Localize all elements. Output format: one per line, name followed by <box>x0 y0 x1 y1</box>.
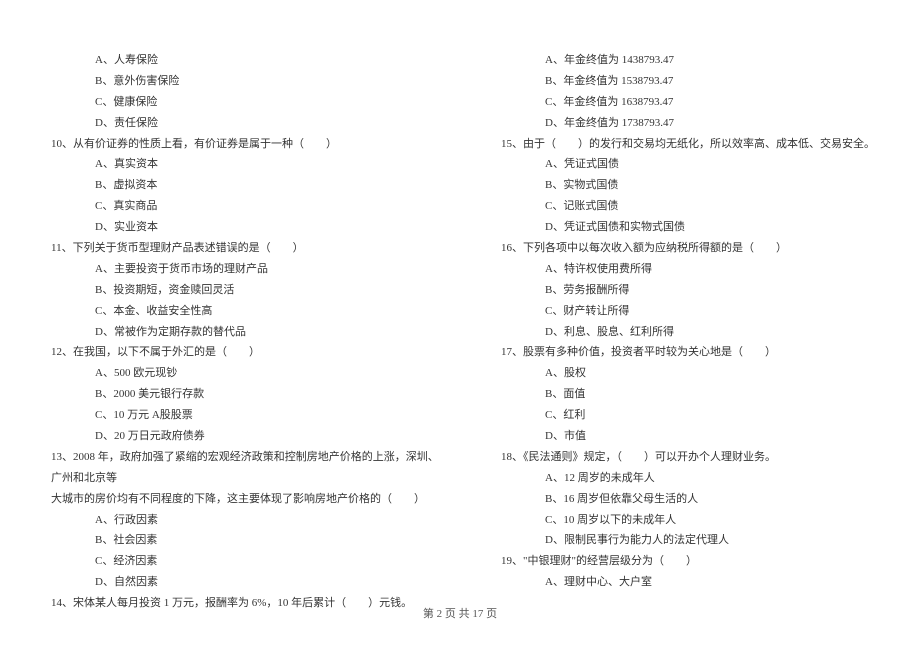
opt-b: B、劳务报酬所得 <box>480 280 890 301</box>
opt-a: A、500 欧元现钞 <box>30 363 440 384</box>
opt-b: B、2000 美元银行存款 <box>30 384 440 405</box>
opt-d: D、凭证式国债和实物式国债 <box>480 217 890 238</box>
question-13-line2: 大城市的房价均有不同程度的下降，这主要体现了影响房地产价格的（ ） <box>30 489 440 510</box>
opt-d: D、市值 <box>480 426 890 447</box>
opt-a: A、特许权使用费所得 <box>480 259 890 280</box>
opt-c: C、记账式国债 <box>480 196 890 217</box>
opt-a: A、理财中心、大户室 <box>480 572 890 593</box>
opt-a: A、人寿保险 <box>30 50 440 71</box>
opt-b: B、年金终值为 1538793.47 <box>480 71 890 92</box>
opt-a: A、凭证式国债 <box>480 154 890 175</box>
opt-c: C、10 周岁以下的未成年人 <box>480 510 890 531</box>
opt-a: A、行政因素 <box>30 510 440 531</box>
opt-b: B、投资期短，资金赎回灵活 <box>30 280 440 301</box>
opt-b: B、社会因素 <box>30 530 440 551</box>
opt-b: B、面值 <box>480 384 890 405</box>
opt-b: B、16 周岁但依靠父母生活的人 <box>480 489 890 510</box>
opt-d: D、责任保险 <box>30 113 440 134</box>
opt-a: A、真实资本 <box>30 154 440 175</box>
question-18: 18、《民法通则》规定，（ ）可以开办个人理财业务。 <box>480 447 890 468</box>
opt-d: D、常被作为定期存款的替代品 <box>30 322 440 343</box>
question-12: 12、在我国，以下不属于外汇的是（ ） <box>30 342 440 363</box>
opt-a: A、股权 <box>480 363 890 384</box>
question-17: 17、股票有多种价值，投资者平时较为关心地是（ ） <box>480 342 890 363</box>
opt-c: C、10 万元 A股股票 <box>30 405 440 426</box>
opt-b: B、实物式国债 <box>480 175 890 196</box>
question-10: 10、从有价证券的性质上看，有价证券是属于一种（ ） <box>30 134 440 155</box>
opt-d: D、实业资本 <box>30 217 440 238</box>
question-13-line1: 13、2008 年，政府加强了紧缩的宏观经济政策和控制房地产价格的上涨，深圳、广… <box>30 447 440 489</box>
question-15: 15、由于（ ）的发行和交易均无纸化，所以效率高、成本低、交易安全。 <box>480 134 890 155</box>
opt-c: C、财产转让所得 <box>480 301 890 322</box>
opt-d: D、自然因素 <box>30 572 440 593</box>
opt-b: B、虚拟资本 <box>30 175 440 196</box>
page-footer: 第 2 页 共 17 页 <box>0 604 920 625</box>
opt-c: C、经济因素 <box>30 551 440 572</box>
opt-c: C、红利 <box>480 405 890 426</box>
question-16: 16、下列各项中以每次收入额为应纳税所得额的是（ ） <box>480 238 890 259</box>
opt-c: C、健康保险 <box>30 92 440 113</box>
opt-d: D、20 万日元政府债券 <box>30 426 440 447</box>
question-11: 11、下列关于货币型理财产品表述错误的是（ ） <box>30 238 440 259</box>
opt-d: D、限制民事行为能力人的法定代理人 <box>480 530 890 551</box>
opt-c: C、本金、收益安全性高 <box>30 301 440 322</box>
opt-a: A、主要投资于货币市场的理财产品 <box>30 259 440 280</box>
question-19: 19、"中银理财"的经营层级分为（ ） <box>480 551 890 572</box>
opt-d: D、利息、股息、红利所得 <box>480 322 890 343</box>
opt-a: A、年金终值为 1438793.47 <box>480 50 890 71</box>
opt-b: B、意外伤害保险 <box>30 71 440 92</box>
opt-c: C、真实商品 <box>30 196 440 217</box>
opt-d: D、年金终值为 1738793.47 <box>480 113 890 134</box>
opt-a: A、12 周岁的未成年人 <box>480 468 890 489</box>
opt-c: C、年金终值为 1638793.47 <box>480 92 890 113</box>
